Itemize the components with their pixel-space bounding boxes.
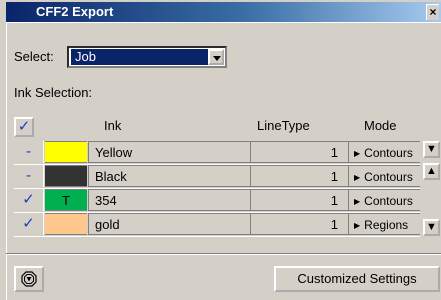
- stop-button[interactable]: [14, 266, 44, 292]
- ink-name: gold: [88, 213, 250, 235]
- ink-name: Yellow: [88, 141, 250, 163]
- chevron-down-icon[interactable]: [208, 49, 224, 65]
- select-label: Select:: [14, 49, 54, 64]
- ink-swatch: [45, 141, 87, 163]
- mode-value: Regions: [364, 218, 409, 232]
- close-icon[interactable]: ×: [426, 4, 439, 20]
- triangle-right-icon: ▶: [354, 173, 361, 182]
- triangle-right-icon: ▶: [354, 197, 361, 206]
- select-value: Job: [71, 49, 208, 65]
- check-mark: -: [26, 167, 31, 184]
- ink-swatch: [45, 213, 87, 235]
- scroll-bottom-icon[interactable]: ▼: [423, 141, 440, 158]
- linetype-value[interactable]: 1: [250, 189, 348, 211]
- row-checkbox[interactable]: ✓: [14, 213, 44, 235]
- mode-select[interactable]: ▶ Regions: [348, 213, 420, 235]
- ink-table: - Yellow 1 ▶ Contours - Black 1 ▶ Contours…: [14, 141, 420, 237]
- table-scrollbar[interactable]: ▼ ▲ ▼: [423, 141, 440, 237]
- mode-select[interactable]: ▶ Contours: [348, 165, 420, 187]
- check-mark: ✓: [22, 191, 35, 208]
- scroll-up-icon[interactable]: ▲: [423, 163, 440, 180]
- linetype-value[interactable]: 1: [250, 213, 348, 235]
- table-row[interactable]: - Yellow 1 ▶ Contours: [14, 141, 420, 165]
- title-bar: CFF2 Export ×: [6, 2, 441, 22]
- ink-swatch: T: [45, 189, 87, 211]
- window-title: CFF2 Export: [36, 4, 114, 19]
- table-row[interactable]: ✓ T 354 1 ▶ Contours: [14, 189, 420, 213]
- customized-settings-button[interactable]: Customized Settings: [274, 266, 440, 292]
- mode-select[interactable]: ▶ Contours: [348, 189, 420, 211]
- stop-octagon-icon: [21, 271, 37, 287]
- mode-value: Contours: [364, 146, 413, 160]
- scroll-track[interactable]: [423, 181, 440, 217]
- table-row[interactable]: ✓ gold 1 ▶ Regions: [14, 213, 420, 237]
- check-mark: -: [26, 143, 31, 160]
- triangle-right-icon: ▶: [354, 149, 361, 158]
- ink-name: 354: [88, 189, 250, 211]
- mode-value: Contours: [364, 170, 413, 184]
- table-header: ✓ Ink LineType Mode: [14, 112, 420, 140]
- row-checkbox[interactable]: -: [14, 141, 44, 163]
- select-all-checkbox[interactable]: ✓: [14, 117, 34, 137]
- check-mark: ✓: [22, 215, 35, 232]
- table-row[interactable]: - Black 1 ▶ Contours: [14, 165, 420, 189]
- select-dropdown[interactable]: Job: [67, 46, 227, 68]
- mode-value: Contours: [364, 194, 413, 208]
- row-checkbox[interactable]: -: [14, 165, 44, 187]
- header-mode: Mode: [364, 118, 397, 133]
- ink-selection-label: Ink Selection:: [14, 85, 93, 100]
- ink-swatch: [45, 165, 87, 187]
- linetype-value[interactable]: 1: [250, 165, 348, 187]
- divider: [6, 253, 441, 255]
- row-checkbox[interactable]: ✓: [14, 189, 44, 211]
- header-ink: Ink: [104, 118, 122, 133]
- ink-name: Black: [88, 165, 250, 187]
- mode-select[interactable]: ▶ Contours: [348, 141, 420, 163]
- scroll-down-icon[interactable]: ▼: [423, 219, 440, 236]
- header-linetype: LineType: [257, 118, 310, 133]
- triangle-right-icon: ▶: [354, 221, 361, 230]
- linetype-value[interactable]: 1: [250, 141, 348, 163]
